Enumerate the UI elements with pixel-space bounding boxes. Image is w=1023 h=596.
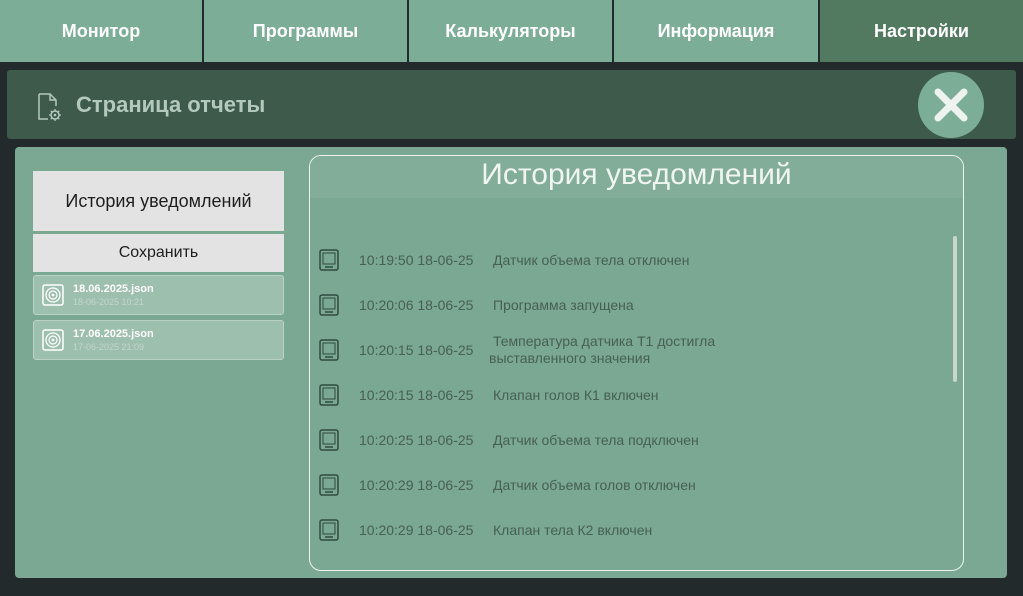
report-document-icon (38, 93, 61, 121)
notification-time: 10:19:50 18-06-25 (359, 252, 474, 268)
file-item[interactable]: 17.06.2025.json 17-06-2025 21:09 (33, 320, 284, 360)
notification-row: 10:20:25 18-06-25 Датчик объема тела под… (310, 420, 950, 460)
notification-device-icon (319, 339, 339, 361)
tab-calculators[interactable]: Калькуляторы (409, 0, 614, 62)
notification-scrollbar[interactable] (953, 236, 957, 382)
file-name: 17.06.2025.json (73, 328, 154, 340)
notification-device-icon (319, 384, 339, 406)
file-name: 18.06.2025.json (73, 283, 154, 295)
notification-time: 10:20:06 18-06-25 (359, 297, 474, 313)
notification-title: История уведомлений (481, 158, 792, 191)
notification-message: Температура датчика Т1 достигла выставле… (489, 333, 716, 366)
notification-device-icon (319, 294, 339, 316)
notification-time: 10:20:15 18-06-25 (359, 342, 474, 358)
notification-row: 10:20:06 18-06-25 Программа запущена (310, 285, 950, 325)
notification-time: 10:20:29 18-06-25 (359, 477, 474, 493)
tab-monitor[interactable]: Монитор (0, 0, 204, 62)
notification-row: 10:20:15 18-06-25 Температура датчика Т1… (310, 330, 950, 370)
notification-time: 10:20:29 18-06-25 (359, 522, 474, 538)
notification-message: Датчик объема тела подключен (493, 432, 699, 448)
close-button[interactable] (918, 72, 984, 138)
notification-message: Клапан тела К2 включен (493, 522, 653, 538)
file-date: 18-06-2025 10:21 (73, 297, 145, 307)
file-disc-icon (42, 329, 64, 351)
close-icon (934, 88, 968, 122)
notification-device-icon (319, 249, 339, 271)
notification-row: 10:19:50 18-06-25 Датчик объема тела отк… (310, 240, 950, 280)
notification-row: 10:20:29 18-06-25 Датчик объема голов от… (310, 465, 950, 505)
notification-device-icon (319, 429, 339, 451)
file-disc-icon (42, 284, 64, 306)
main-panel: История уведомлений Сохранить 18.06.2025… (15, 147, 1007, 578)
notification-message: Датчик объема голов отключен (493, 477, 696, 493)
history-button[interactable]: История уведомлений (33, 171, 284, 231)
top-nav: Монитор Программы Калькуляторы Информаци… (0, 0, 1023, 62)
notification-time: 10:20:15 18-06-25 (359, 387, 474, 403)
notification-message: Клапан голов К1 включен (493, 387, 659, 403)
page-title: Страница отчеты (76, 92, 266, 117)
notification-row: 10:20:29 18-06-25 Клапан тела К2 включен (310, 510, 950, 550)
file-date: 17-06-2025 21:09 (73, 342, 145, 352)
notification-time: 10:20:25 18-06-25 (359, 432, 474, 448)
tab-settings[interactable]: Настройки (820, 0, 1023, 62)
notification-message: Датчик объема тела отключен (493, 252, 690, 268)
tab-information[interactable]: Информация (614, 0, 820, 62)
notification-row: 10:20:15 18-06-25 Клапан голов К1 включе… (310, 375, 950, 415)
file-item[interactable]: 18.06.2025.json 18-06-2025 10:21 (33, 275, 284, 315)
tab-programs[interactable]: Программы (204, 0, 409, 62)
notification-history-panel: История уведомлений 10:19:50 18-06-25 Да… (309, 155, 964, 571)
notification-device-icon (319, 474, 339, 496)
notification-device-icon (319, 519, 339, 541)
notification-message: Программа запущена (493, 297, 634, 313)
page-header: Страница отчеты (7, 70, 1016, 139)
save-button[interactable]: Сохранить (33, 234, 284, 272)
